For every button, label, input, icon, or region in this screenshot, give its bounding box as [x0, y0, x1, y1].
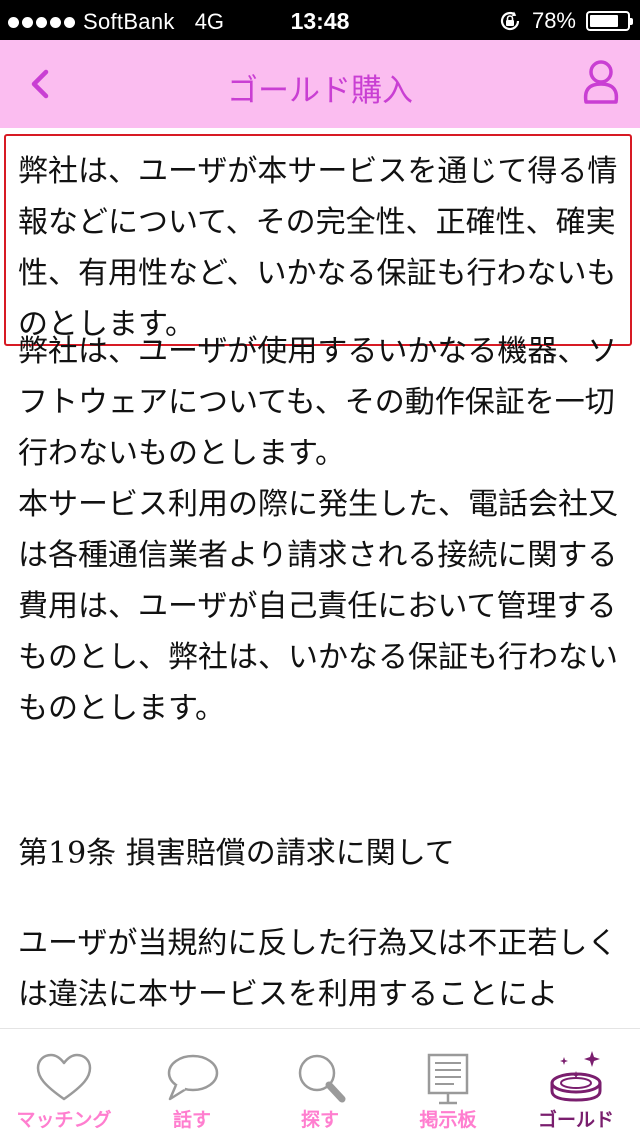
- user-icon[interactable]: [580, 58, 622, 108]
- tab-gold-label: ゴールド: [537, 1109, 614, 1131]
- tab-bar: マッチング 話す 探す 掲示板 ゴールド: [0, 1028, 640, 1137]
- status-bar: SoftBank 4G 13:48 78%: [0, 0, 640, 40]
- nav-bar: ゴールド購入: [0, 40, 640, 128]
- rotation-lock-icon: [500, 11, 520, 31]
- clause-body: 弊社は、ユーザが使用するいかなる機器、ソフトウェアについても、その動作保証を一切…: [0, 326, 640, 734]
- paragraph-connection-fees: 本サービス利用の際に発生した、電話会社又は各種通信業者より請求される接続に関する…: [18, 487, 618, 726]
- tab-matching-label: マッチング: [16, 1109, 112, 1131]
- page-title: ゴールド購入: [227, 73, 413, 109]
- tab-bulletin-board-label: 掲示板: [419, 1109, 477, 1131]
- gold-coin-icon: [550, 1051, 602, 1102]
- tab-bulletin-board[interactable]: 掲示板: [384, 1029, 512, 1137]
- paragraph-equipment: 弊社は、ユーザが使用するいかなる機器、ソフトウェアについても、その動作保証を一切…: [18, 334, 618, 471]
- article-heading: 第19条 損害賠償の請求に関して: [18, 836, 455, 871]
- tab-matching[interactable]: マッチング: [0, 1029, 128, 1137]
- tab-search[interactable]: 探す: [256, 1029, 384, 1137]
- bulletin-board-icon: [427, 1053, 469, 1105]
- highlighted-paragraph: 弊社は、ユーザが本サービスを通じて得る情報などについて、その完全性、正確性、確実…: [18, 154, 618, 342]
- tab-gold[interactable]: ゴールド: [512, 1029, 640, 1137]
- article-paragraph: ユーザが当規約に反した行為又は不正若しくは違法に本サービスを利用することによ: [18, 926, 618, 1012]
- terms-content[interactable]: 弊社は、ユーザが本サービスを通じて得る情報などについて、その完全性、正確性、確実…: [0, 128, 640, 1028]
- highlighted-clause: 弊社は、ユーザが本サービスを通じて得る情報などについて、その完全性、正確性、確実…: [4, 134, 632, 346]
- speech-bubble-icon: [167, 1054, 219, 1101]
- battery-icon: [586, 11, 633, 31]
- tab-talk[interactable]: 話す: [128, 1029, 256, 1137]
- search-icon: [298, 1054, 346, 1103]
- battery-percent: 78%: [531, 8, 576, 33]
- battery-level: [590, 15, 618, 27]
- status-right: 78%: [498, 8, 633, 34]
- tab-search-label: 探す: [300, 1109, 339, 1131]
- article-body: ユーザが当規約に反した行為又は不正若しくは違法に本サービスを利用することによ: [0, 918, 640, 1020]
- heart-icon: [36, 1053, 92, 1101]
- tab-talk-label: 話す: [172, 1109, 211, 1131]
